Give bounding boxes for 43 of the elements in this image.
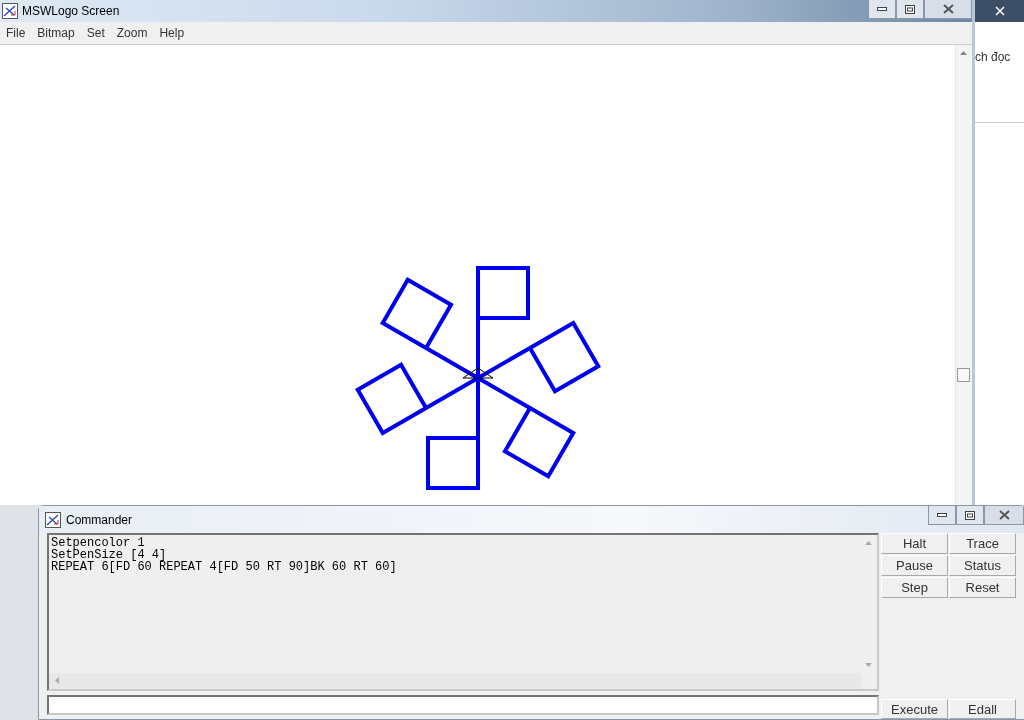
- close-icon: [994, 6, 1005, 16]
- scroll-up-icon: [865, 541, 872, 545]
- menu-item[interactable]: Bitmap: [31, 26, 81, 40]
- close-icon: [942, 4, 954, 14]
- command-line: Setpencolor 1: [51, 537, 145, 549]
- minimize-icon: [937, 513, 947, 517]
- command-button[interactable]: Execute: [881, 699, 948, 719]
- menu-item[interactable]: File: [0, 26, 32, 40]
- close-button[interactable]: [924, 0, 972, 19]
- scroll-left-icon: [55, 677, 59, 684]
- horizontal-scrollbar[interactable]: [49, 673, 861, 689]
- window-title: MSWLogo Screen: [22, 4, 120, 18]
- command-button[interactable]: Trace: [949, 533, 1016, 554]
- close-button[interactable]: [984, 506, 1024, 525]
- command-button[interactable]: Reset: [949, 577, 1016, 598]
- window-title: Commander: [66, 512, 133, 527]
- maximize-button[interactable]: [956, 506, 984, 525]
- command-button[interactable]: Edall: [949, 699, 1016, 719]
- scroll-thumb[interactable]: [957, 368, 970, 382]
- maximize-button[interactable]: [896, 0, 924, 19]
- minimize-icon: [877, 7, 887, 11]
- menu-item[interactable]: Help: [153, 26, 191, 40]
- maximize-icon: [905, 4, 915, 14]
- minimize-button[interactable]: [868, 0, 896, 19]
- browser-text: ch đọc: [975, 50, 1011, 64]
- logo-app-icon: [45, 511, 61, 528]
- logo-app-icon: [2, 3, 18, 19]
- input-field[interactable]: [47, 695, 879, 715]
- command-button[interactable]: Status: [949, 555, 1016, 576]
- maximize-icon: [965, 510, 975, 520]
- command-button[interactable]: Pause: [881, 555, 948, 576]
- menu-item[interactable]: Zoom: [110, 26, 154, 40]
- command-button[interactable]: Step: [881, 577, 948, 598]
- command-line: SetPenSize [4 4]: [51, 549, 167, 561]
- minimize-button[interactable]: [928, 506, 956, 525]
- command-line: REPEAT 6[FD 60 REPEAT 4[FD 50 RT 90]BK 60 RT 60]: [51, 561, 397, 573]
- menu-item[interactable]: Set: [80, 26, 111, 40]
- close-icon: [998, 510, 1010, 520]
- vertical-scrollbar[interactable]: [955, 45, 972, 505]
- history-box[interactable]: Setpencolor 1 SetPenSize [4 4] REPEAT 6[FD 60 REPEAT 4[FD 50 RT 90]BK 60 RT 60]: [47, 533, 879, 691]
- scroll-down-icon: [865, 663, 872, 667]
- scroll-up-icon: [960, 51, 967, 55]
- command-button[interactable]: Halt: [881, 533, 948, 554]
